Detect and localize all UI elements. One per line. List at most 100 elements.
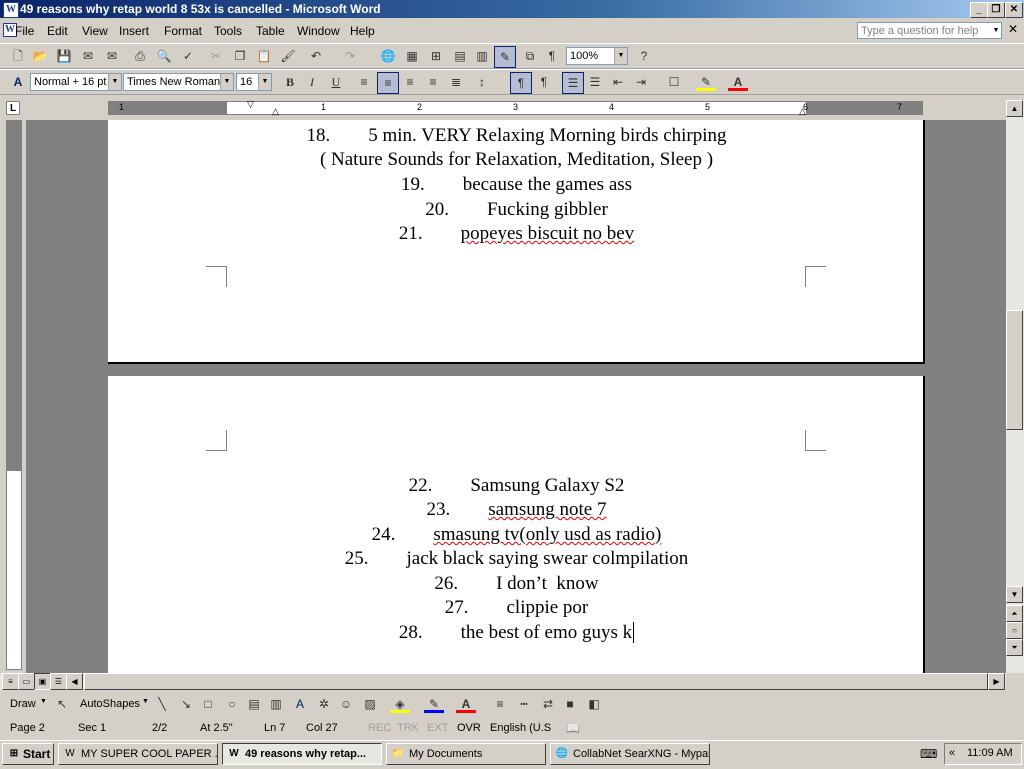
show-hide-icon[interactable]: ¶ — [542, 46, 562, 66]
select-objects-icon[interactable]: ↖ — [52, 694, 72, 714]
page-1[interactable]: 18. 5 min. VERY Relaxing Morning birds ch… — [108, 120, 925, 364]
picture-icon[interactable]: ▨ — [360, 694, 380, 714]
paste-icon[interactable]: 📋 — [254, 46, 274, 66]
line-style-icon[interactable]: ≡ — [490, 694, 510, 714]
word-app-icon[interactable]: W — [3, 2, 19, 18]
clock[interactable]: 11:09 AM — [967, 747, 1013, 759]
taskbar-item[interactable]: 🌐 CollabNet SearXNG - Mypal — [550, 743, 710, 765]
horizontal-scrollbar[interactable]: ≡ ▭ ▣ ☰ ◀ ▶ — [0, 673, 1006, 690]
spelling-status-icon[interactable]: 📖 — [566, 722, 580, 735]
taskbar-item[interactable]: 📁 My Documents — [386, 743, 546, 765]
scroll-thumb[interactable] — [1006, 310, 1023, 430]
permission-icon[interactable]: ✉ — [78, 46, 98, 66]
menu-help[interactable]: Help — [350, 24, 375, 38]
ltr-icon[interactable]: ¶ — [510, 72, 532, 94]
underline-icon[interactable]: U — [326, 72, 346, 92]
styles-formatting-icon[interactable]: A — [8, 72, 28, 92]
bullets-icon[interactable]: ☰ — [585, 72, 605, 92]
arrow-icon[interactable]: ↘ — [176, 694, 196, 714]
align-left-icon[interactable]: ≡ — [354, 72, 374, 92]
taskbar-item[interactable]: W MY SUPER COOL PAPER ... — [58, 743, 218, 765]
outline-view-icon[interactable]: ☰ — [50, 673, 67, 690]
insert-excel-icon[interactable]: ▤ — [450, 46, 470, 66]
font-size-select[interactable]: 16 ▼ — [236, 73, 272, 91]
horizontal-ruler[interactable]: 1 1 2 3 4 5 6 7 ▽ △ △ — [108, 99, 923, 117]
format-painter-icon[interactable]: 🖌 — [278, 46, 298, 66]
scroll-up-icon[interactable]: ▲ — [1006, 100, 1023, 117]
menu-window[interactable]: Window — [297, 24, 340, 38]
list-item[interactable]: 26. I don’t know — [108, 573, 925, 595]
tray-expand-icon[interactable]: « — [949, 747, 955, 759]
drawing-icon[interactable]: ✎ — [494, 46, 516, 68]
document-workspace[interactable]: 18. 5 min. VERY Relaxing Morning birds ch… — [26, 120, 1006, 673]
hscroll-thumb[interactable] — [84, 673, 988, 690]
3d-icon[interactable]: ◧ — [584, 694, 604, 714]
page-2[interactable]: 22. Samsung Galaxy S2 23. samsung note 7 2… — [108, 376, 925, 673]
print-icon[interactable]: ⎙ — [130, 46, 150, 66]
list-item[interactable]: 25. jack black saying swear colmpilation — [108, 548, 925, 570]
list-item[interactable]: 23. samsung note 7 — [108, 499, 925, 521]
list-item[interactable]: 22. Samsung Galaxy S2 — [108, 475, 925, 497]
web-layout-icon[interactable]: ▭ — [18, 673, 35, 690]
close-button[interactable]: ✕ — [1005, 2, 1023, 18]
dash-style-icon[interactable]: ┅ — [514, 694, 534, 714]
menu-insert[interactable]: Insert — [119, 24, 149, 38]
vertical-ruler[interactable] — [6, 370, 22, 670]
hanging-indent-icon[interactable]: △ — [272, 106, 279, 117]
text-box-icon[interactable]: ▤ — [244, 694, 264, 714]
draw-font-color-icon[interactable]: A — [456, 694, 476, 713]
restore-button[interactable]: ❐ — [987, 2, 1005, 18]
status-trk[interactable]: TRK — [397, 722, 419, 734]
menu-format[interactable]: Format — [164, 24, 202, 38]
rtl-icon[interactable]: ¶ — [534, 72, 554, 92]
list-item[interactable]: 24. smasung tv(only usd as radio) — [108, 524, 925, 546]
scroll-down-icon[interactable]: ▼ — [1006, 586, 1023, 603]
keyboard-icon[interactable]: ⌨ — [920, 747, 937, 761]
cut-icon[interactable]: ✂ — [206, 46, 226, 66]
help-icon[interactable]: ? — [634, 46, 654, 66]
copy-icon[interactable]: ❐ — [230, 46, 250, 66]
align-right-icon[interactable]: ≡ — [400, 72, 420, 92]
list-item[interactable]: 21. popeyes biscuit no bev — [108, 223, 925, 245]
border-icon[interactable]: ☐ — [664, 72, 684, 92]
justify-icon[interactable]: ≡ — [423, 72, 443, 92]
font-color-icon[interactable]: A — [728, 72, 748, 91]
scroll-left-icon[interactable]: ◀ — [66, 673, 83, 690]
diagram-icon[interactable]: ✲ — [314, 694, 334, 714]
autoshapes-menu-button[interactable]: AutoShapes — [80, 698, 140, 710]
tables-borders-icon[interactable]: ▦ — [402, 46, 422, 66]
normal-view-icon[interactable]: ≡ — [2, 673, 19, 690]
menu-edit[interactable]: Edit — [47, 24, 68, 38]
undo-icon[interactable]: ↶ — [306, 46, 326, 66]
line-icon[interactable]: ╲ — [152, 694, 172, 714]
clip-art-icon[interactable]: ☺ — [336, 694, 356, 714]
email-icon[interactable]: ✉ — [102, 46, 122, 66]
previous-page-icon[interactable]: ⏶ — [1006, 605, 1023, 622]
select-browse-object-icon[interactable]: ○ — [1006, 622, 1023, 639]
taskbar-item[interactable]: W 49 reasons why retap... — [222, 743, 382, 765]
tab-selector-icon[interactable]: L — [6, 101, 20, 115]
help-dropdown-icon[interactable]: ▼ — [990, 23, 1002, 38]
arrow-style-icon[interactable]: ⇄ — [538, 694, 558, 714]
font-select[interactable]: Times New Roman ▼ — [123, 73, 234, 91]
align-center-icon[interactable]: ≡ — [377, 72, 399, 94]
zoom-select[interactable]: 100% ▼ — [566, 47, 628, 65]
save-icon[interactable]: 💾 — [54, 46, 74, 66]
oval-icon[interactable]: ○ — [222, 694, 242, 714]
list-item[interactable]: ( Nature Sounds for Relaxation, Meditati… — [108, 149, 925, 171]
next-page-icon[interactable]: ⏷ — [1006, 639, 1023, 656]
list-item[interactable]: 20. Fucking gibbler — [108, 199, 925, 221]
print-layout-icon[interactable]: ▣ — [34, 673, 51, 690]
status-ext[interactable]: EXT — [427, 722, 448, 734]
minimize-button[interactable]: _ — [970, 2, 988, 18]
print-preview-icon[interactable]: 🔍 — [154, 46, 174, 66]
spelling-icon[interactable]: ✓ — [178, 46, 198, 66]
numbering-icon[interactable]: ☰ — [562, 72, 584, 94]
open-icon[interactable]: 📂 — [30, 46, 50, 66]
fill-color-icon[interactable]: ◈ — [390, 694, 410, 713]
vertical-scrollbar[interactable]: ▲ ▼ ⏶ ○ ⏷ — [1006, 100, 1024, 673]
menu-file[interactable]: File — [15, 24, 34, 38]
start-button[interactable]: ⊞ Start — [2, 743, 54, 765]
italic-icon[interactable]: I — [302, 72, 322, 92]
list-item[interactable]: 19. because the games ass — [108, 174, 925, 196]
